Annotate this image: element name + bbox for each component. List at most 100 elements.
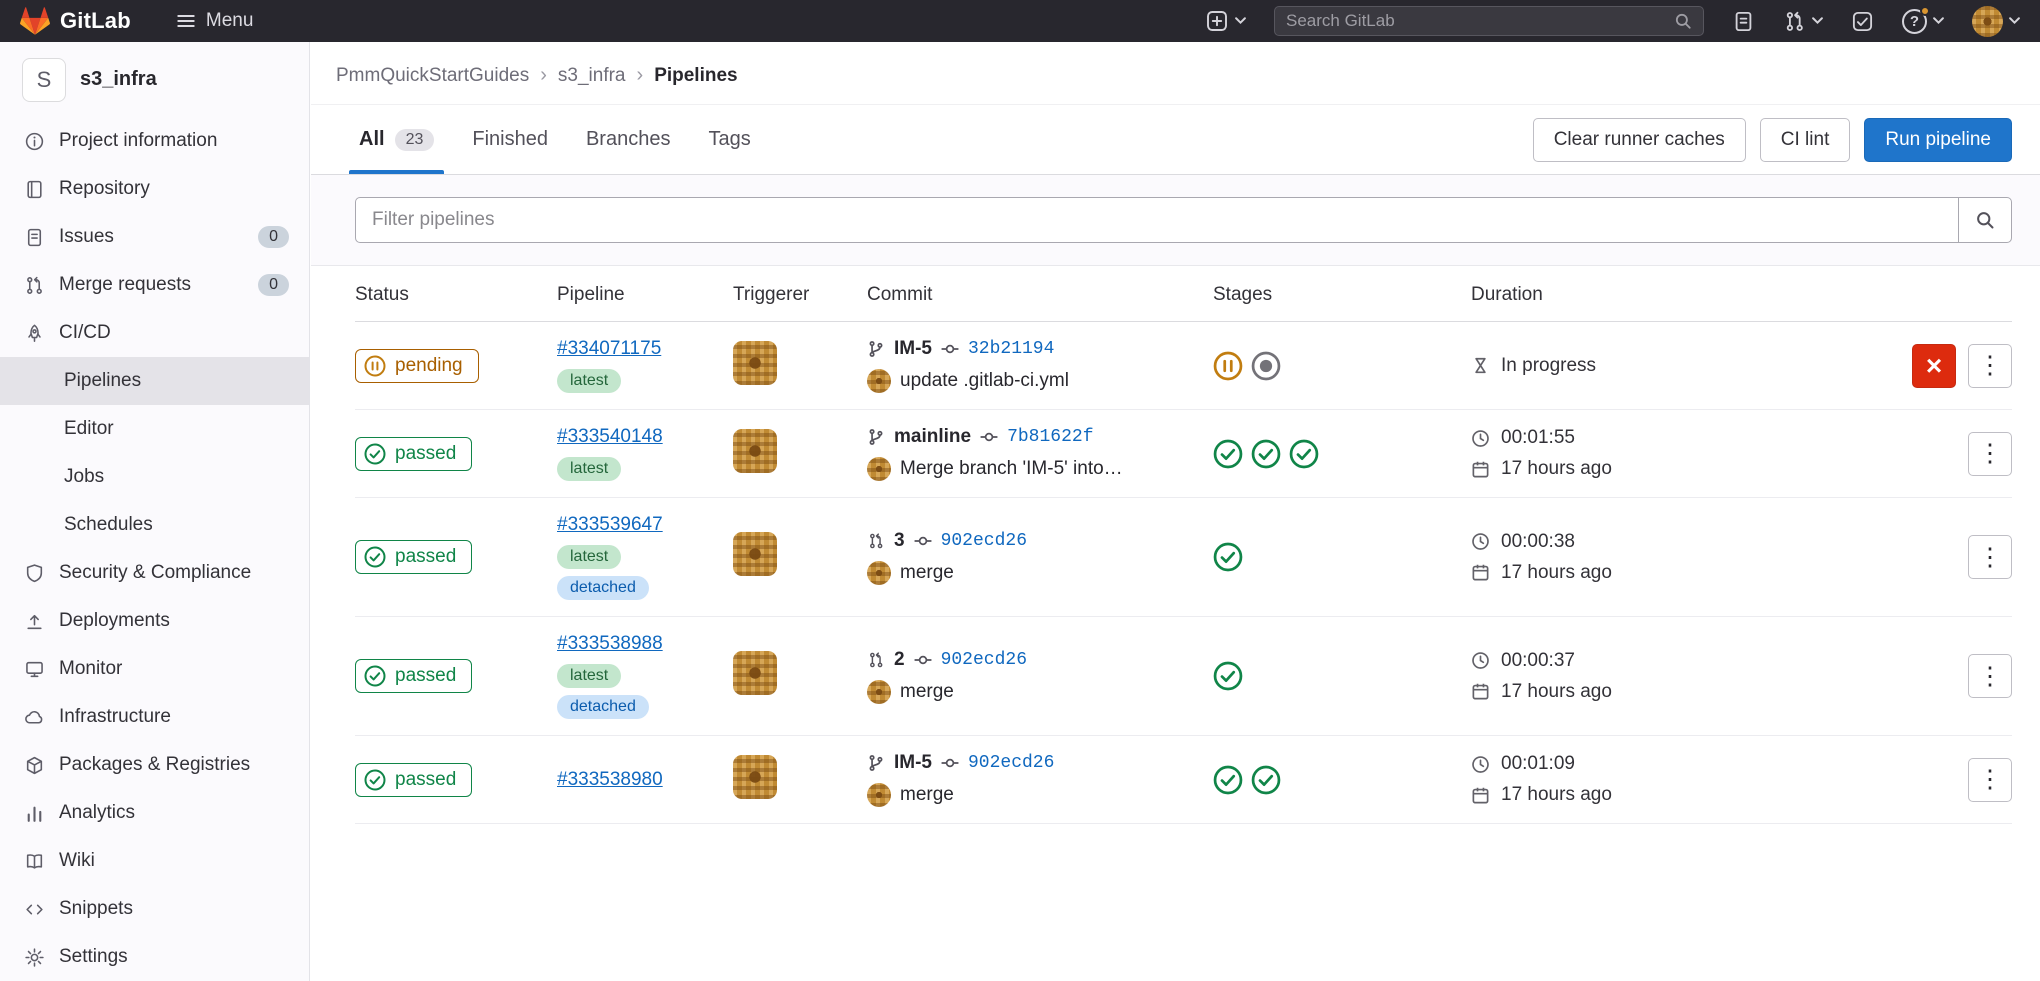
pipeline-id-link[interactable]: #333538988 (557, 633, 663, 655)
sidebar-item-repository[interactable]: Repository (0, 165, 309, 213)
commit-message-link[interactable]: merge (900, 681, 954, 703)
pipeline-id-link[interactable]: #333538980 (557, 769, 663, 791)
new-menu-button[interactable] (1205, 9, 1246, 33)
stage-passed-icon[interactable] (1251, 439, 1281, 469)
help-nav-button[interactable]: ? (1902, 9, 1944, 34)
commit-sha-link[interactable]: 902ecd26 (968, 753, 1054, 773)
pipeline-id-link[interactable]: #333539647 (557, 514, 663, 536)
tab-finished[interactable]: Finished (462, 105, 558, 174)
sidebar-item-project-information[interactable]: Project information (0, 117, 309, 165)
ellipsis-vertical-icon: ⋮ (1978, 767, 2003, 792)
sidebar-item-schedules[interactable]: Schedules (0, 501, 309, 549)
breadcrumb-group-link[interactable]: PmmQuickStartGuides (336, 65, 529, 87)
ref-link[interactable]: mainline (894, 426, 971, 448)
sidebar-item-security-compliance[interactable]: Security & Compliance (0, 549, 309, 597)
sidebar-item-deployments[interactable]: Deployments (0, 597, 309, 645)
stage-passed-icon[interactable] (1213, 542, 1243, 572)
sidebar-item-ci-cd[interactable]: CI/CD (0, 309, 309, 357)
search-input[interactable] (1286, 11, 1674, 31)
status-badge-passed[interactable]: passed (355, 659, 472, 693)
triggerer-avatar[interactable] (733, 532, 777, 576)
merge-requests-nav-button[interactable] (1783, 10, 1823, 33)
sidebar-item-monitor[interactable]: Monitor (0, 645, 309, 693)
ref-link[interactable]: 3 (894, 530, 905, 552)
check-circle-icon (364, 443, 386, 465)
triggerer-avatar[interactable] (733, 755, 777, 799)
pipeline-more-actions-button[interactable]: ⋮ (1968, 344, 2012, 388)
commit-sha-link[interactable]: 7b81622f (1007, 427, 1093, 447)
ref-link[interactable]: IM-5 (894, 752, 932, 774)
commit-message-link[interactable]: merge (900, 562, 954, 584)
chart-icon (24, 803, 45, 824)
sidebar-item-analytics[interactable]: Analytics (0, 789, 309, 837)
sidebar-item-issues[interactable]: Issues 0 (0, 213, 309, 261)
triggerer-avatar[interactable] (733, 341, 777, 385)
menu-button[interactable]: Menu (175, 10, 254, 32)
triggerer-avatar[interactable] (733, 429, 777, 473)
triggerer-avatar[interactable] (733, 651, 777, 695)
sidebar-item-packages-registries[interactable]: Packages & Registries (0, 741, 309, 789)
status-badge-passed[interactable]: passed (355, 763, 472, 797)
sidebar-item-pipelines[interactable]: Pipelines (0, 357, 309, 405)
info-icon (24, 131, 45, 152)
status-badge-passed[interactable]: passed (355, 540, 472, 574)
run-pipeline-button[interactable]: Run pipeline (1864, 118, 2012, 162)
chevron-down-icon (1812, 17, 1823, 25)
breadcrumb: PmmQuickStartGuides › s3_infra › Pipelin… (311, 42, 2040, 105)
sidebar-item-merge-requests[interactable]: Merge requests 0 (0, 261, 309, 309)
sidebar-item-infrastructure[interactable]: Infrastructure (0, 693, 309, 741)
commit-sha-link[interactable]: 902ecd26 (941, 531, 1027, 551)
committer-avatar[interactable] (867, 369, 891, 393)
filter-search-button[interactable] (1958, 197, 2012, 243)
stage-created-icon[interactable] (1251, 351, 1281, 381)
ref-link[interactable]: 2 (894, 649, 905, 671)
pipeline-id-link[interactable]: #334071175 (557, 338, 661, 360)
col-header-stages: Stages (1213, 284, 1471, 306)
committer-avatar[interactable] (867, 680, 891, 704)
cancel-pipeline-button[interactable]: × (1912, 344, 1956, 388)
stage-passed-icon[interactable] (1213, 765, 1243, 795)
filter-pipelines-input[interactable] (355, 197, 1959, 243)
pipeline-more-actions-button[interactable]: ⋮ (1968, 535, 2012, 579)
commit-sha-link[interactable]: 32b21194 (968, 339, 1054, 359)
todos-nav-button[interactable] (1851, 10, 1874, 33)
gitlab-logo[interactable]: GitLab (20, 6, 131, 36)
tab-label: All (359, 128, 385, 151)
user-menu-button[interactable] (1972, 6, 2020, 37)
stage-passed-icon[interactable] (1213, 661, 1243, 691)
sidebar-item-settings[interactable]: Settings (0, 933, 309, 981)
commit-sha-link[interactable]: 902ecd26 (941, 650, 1027, 670)
project-header[interactable]: S s3_infra (0, 42, 309, 117)
gear-icon (24, 947, 45, 968)
breadcrumb-project-link[interactable]: s3_infra (558, 65, 626, 87)
sidebar-item-jobs[interactable]: Jobs (0, 453, 309, 501)
stage-passed-icon[interactable] (1289, 439, 1319, 469)
topbar-right: ? (1205, 6, 2020, 37)
stage-pending-icon[interactable] (1213, 351, 1243, 381)
clear-runner-caches-button[interactable]: Clear runner caches (1533, 118, 1746, 162)
pipeline-id-link[interactable]: #333540148 (557, 426, 663, 448)
commit-message-link[interactable]: Merge branch 'IM-5' into… (900, 458, 1123, 480)
status-badge-pending[interactable]: pending (355, 349, 479, 383)
status-badge-passed[interactable]: passed (355, 437, 472, 471)
tab-branches[interactable]: Branches (576, 105, 681, 174)
commit-message-link[interactable]: update .gitlab-ci.yml (900, 370, 1069, 392)
sidebar-item-wiki[interactable]: Wiki (0, 837, 309, 885)
tab-all[interactable]: All 23 (349, 105, 444, 174)
commit-message-link[interactable]: merge (900, 784, 954, 806)
committer-avatar[interactable] (867, 561, 891, 585)
pipeline-more-actions-button[interactable]: ⋮ (1968, 654, 2012, 698)
committer-avatar[interactable] (867, 783, 891, 807)
sidebar-item-editor[interactable]: Editor (0, 405, 309, 453)
sidebar-item-snippets[interactable]: Snippets (0, 885, 309, 933)
ref-link[interactable]: IM-5 (894, 338, 932, 360)
committer-avatar[interactable] (867, 457, 891, 481)
issues-nav-button[interactable] (1732, 10, 1755, 33)
stage-passed-icon[interactable] (1213, 439, 1243, 469)
pipeline-more-actions-button[interactable]: ⋮ (1968, 758, 2012, 802)
global-search[interactable] (1274, 6, 1704, 36)
stage-passed-icon[interactable] (1251, 765, 1281, 795)
ci-lint-button[interactable]: CI lint (1760, 118, 1851, 162)
pipeline-more-actions-button[interactable]: ⋮ (1968, 432, 2012, 476)
tab-tags[interactable]: Tags (698, 105, 760, 174)
